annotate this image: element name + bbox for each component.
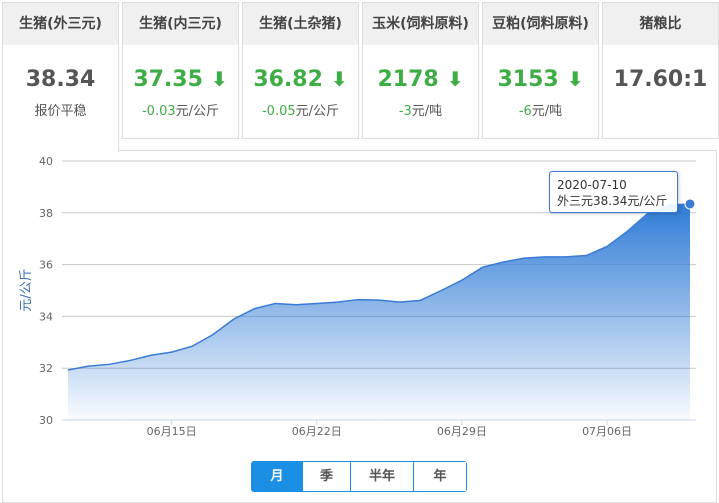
range-year-button[interactable]: 年 bbox=[413, 462, 466, 491]
y-tick-label: 32 bbox=[39, 362, 53, 375]
range-quarter-button[interactable]: 季 bbox=[302, 462, 350, 491]
y-axis-label: 元/公斤 bbox=[19, 268, 34, 311]
x-tick-label: 06月29日 bbox=[437, 425, 487, 438]
range-halfyear-button[interactable]: 半年 bbox=[350, 462, 413, 491]
y-tick-label: 36 bbox=[39, 259, 53, 272]
price-chart: 30 32 34 36 38 40 06月15日 06月22日 06月29日 07月06日 元/公斤 bbox=[19, 155, 696, 438]
range-selector: 月 季 半年 年 bbox=[251, 461, 467, 492]
x-tick-label: 06月22日 bbox=[292, 425, 342, 438]
x-tick-label: 06月15日 bbox=[147, 425, 197, 438]
chart-tooltip: 2020-07-10 外三元38.34元/公斤 bbox=[549, 171, 678, 213]
y-tick-label: 40 bbox=[39, 155, 53, 168]
x-tick-label: 07月06日 bbox=[582, 425, 632, 438]
y-tick-label: 30 bbox=[39, 414, 53, 427]
y-tick-label: 34 bbox=[39, 310, 53, 323]
range-month-button[interactable]: 月 bbox=[252, 462, 302, 491]
area-fill bbox=[68, 203, 690, 420]
y-tick-label: 38 bbox=[39, 207, 53, 220]
tooltip-date: 2020-07-10 bbox=[557, 178, 627, 192]
tooltip-value: 外三元38.34元/公斤 bbox=[557, 194, 668, 208]
data-point bbox=[684, 198, 696, 210]
